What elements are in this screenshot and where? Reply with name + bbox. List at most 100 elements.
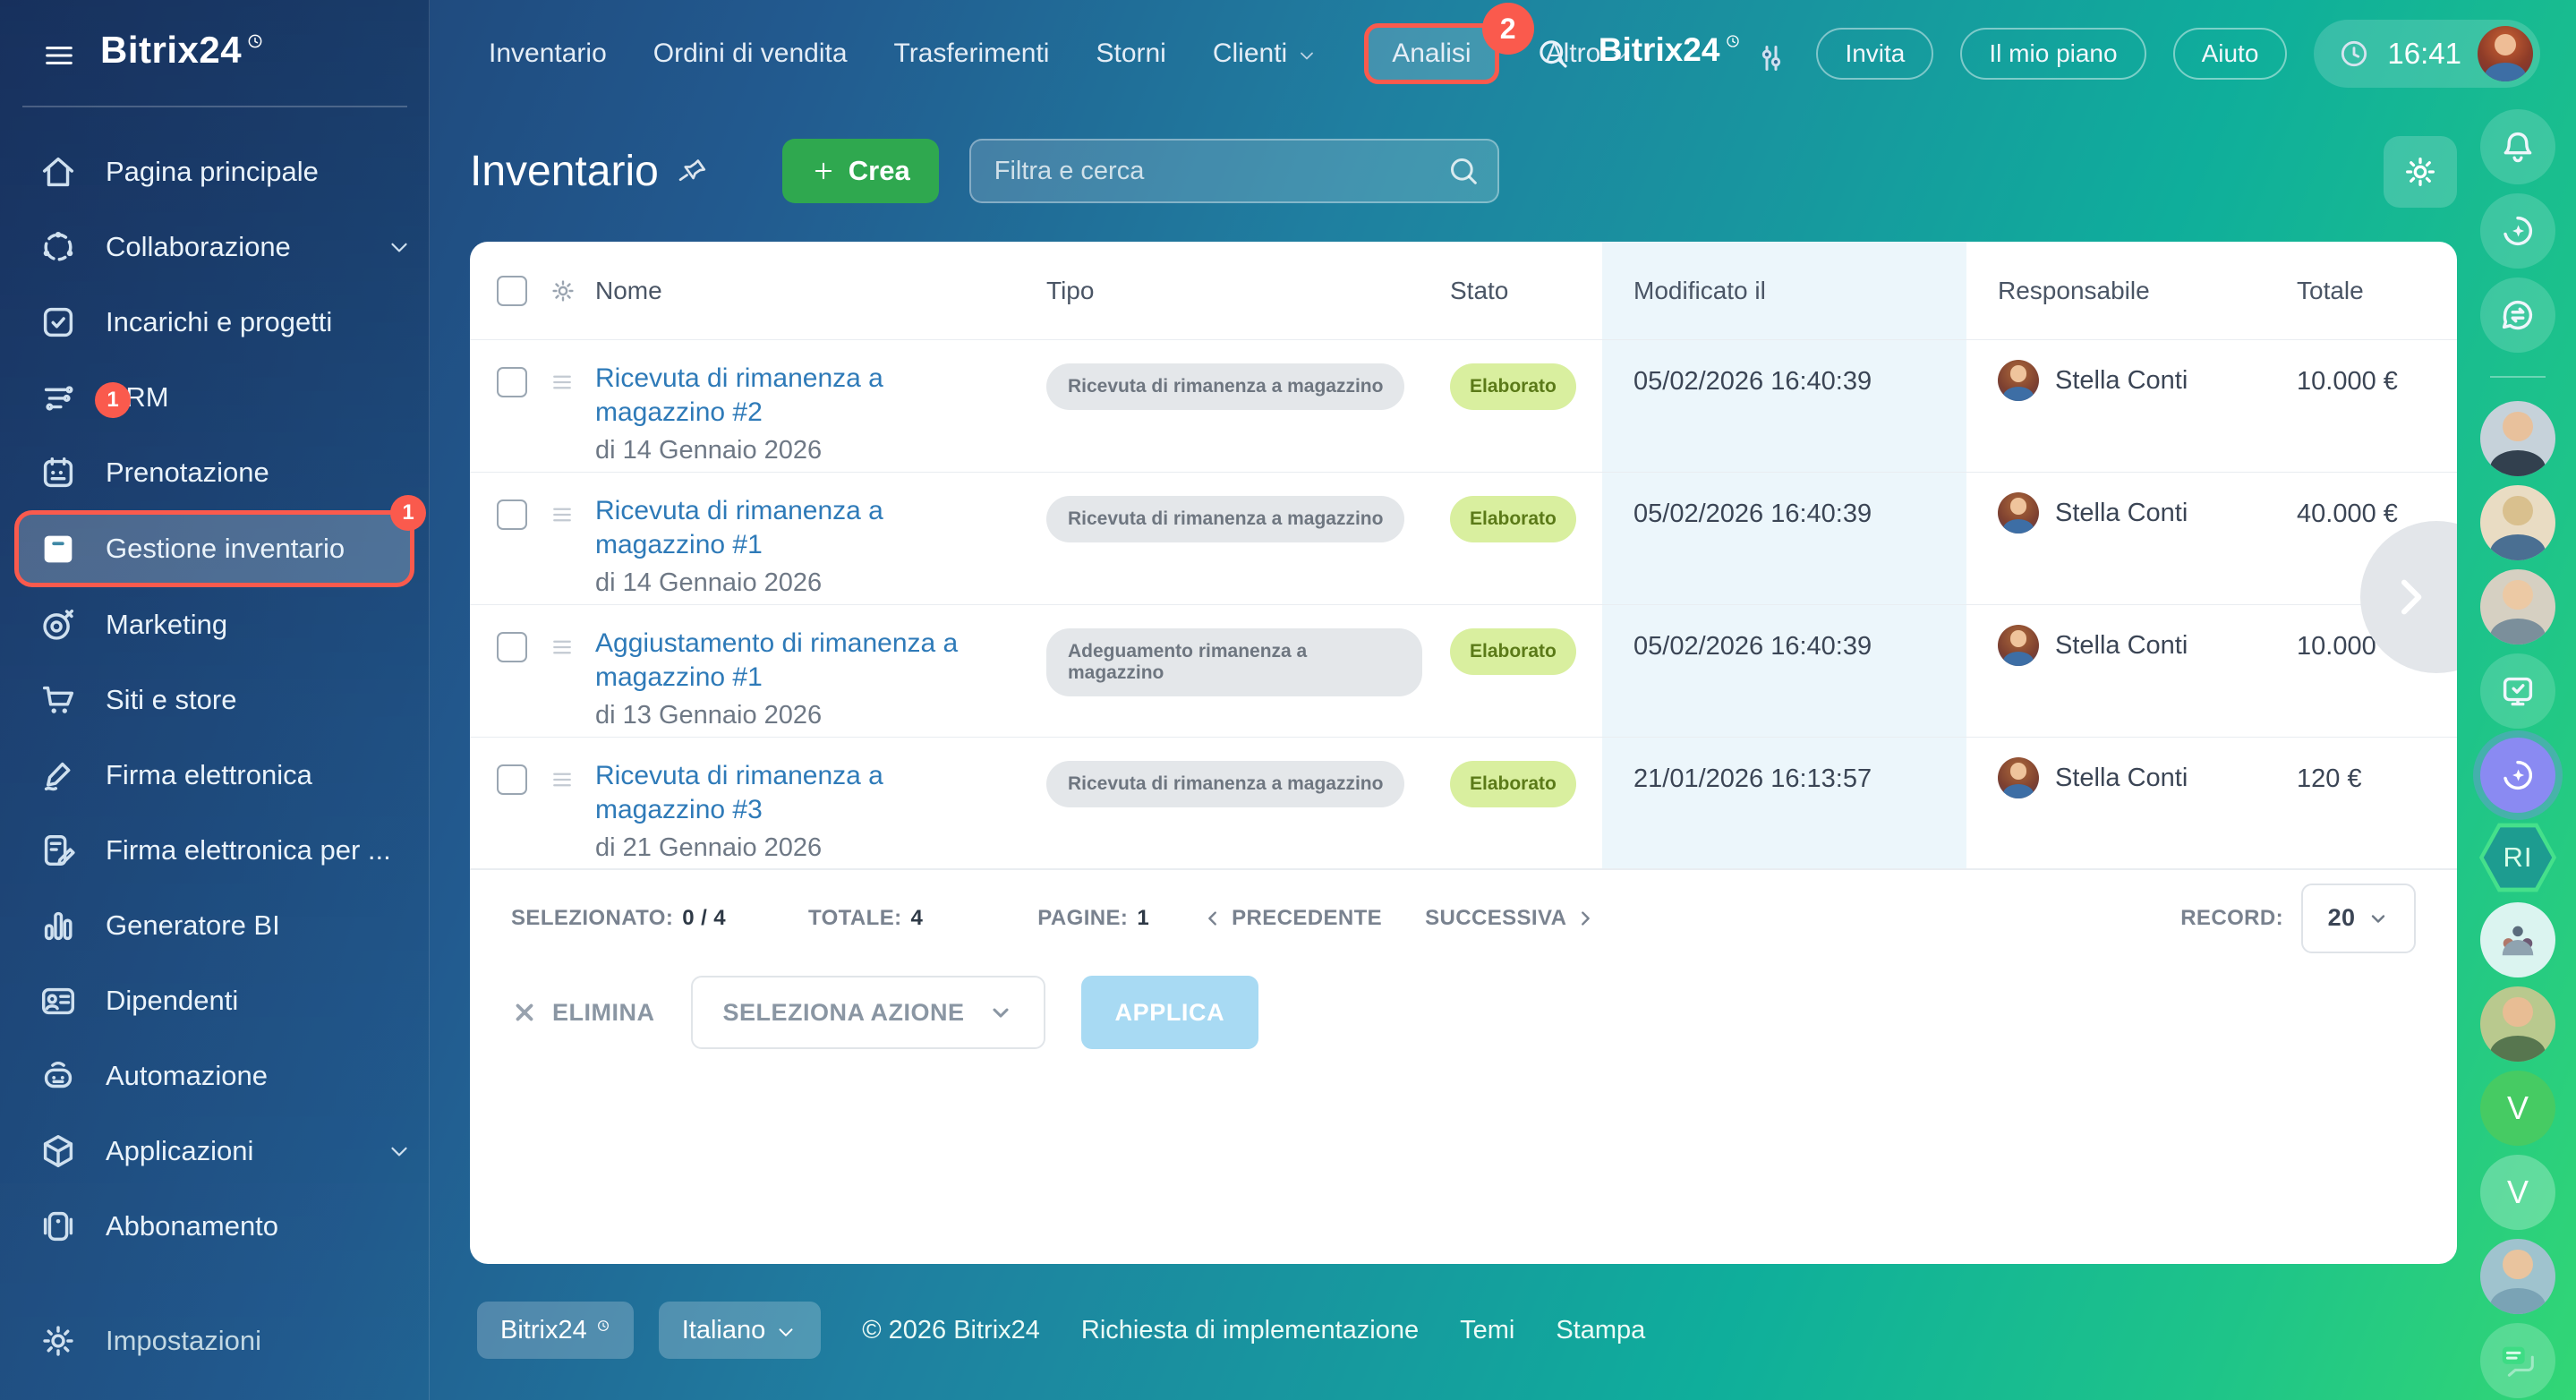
total-value: 120 € bbox=[2297, 764, 2362, 793]
tasks-chat-button[interactable] bbox=[2480, 653, 2555, 729]
document-link[interactable]: Ricevuta di rimanenza a magazzino #1 bbox=[595, 494, 982, 563]
user-avatar[interactable] bbox=[2478, 26, 2533, 81]
select-action-dropdown[interactable]: SELEZIONA AZIONE bbox=[690, 976, 1045, 1049]
document-date: di 14 Gennaio 2026 bbox=[595, 568, 823, 597]
responsible-name[interactable]: Stella Conti bbox=[2055, 499, 2188, 528]
copilot-button[interactable] bbox=[2480, 193, 2555, 269]
row-checkbox[interactable] bbox=[497, 764, 527, 795]
crm-badge: 1 bbox=[95, 382, 131, 418]
contact-avatar[interactable] bbox=[2480, 1239, 2555, 1314]
previous-page-button[interactable]: PRECEDENTE bbox=[1203, 906, 1382, 931]
nav-clienti[interactable]: Clienti bbox=[1213, 38, 1318, 69]
responsible-avatar[interactable] bbox=[1998, 360, 2039, 401]
invite-button[interactable]: Invita bbox=[1816, 28, 1934, 80]
sidebar-item-applicazioni[interactable]: Applicazioni bbox=[0, 1114, 429, 1189]
drag-handle-icon[interactable] bbox=[549, 766, 576, 793]
sidebar-item-collaborazione[interactable]: Collaborazione bbox=[0, 209, 429, 285]
column-header-nome[interactable]: Nome bbox=[595, 277, 1046, 305]
sidebar-item-pagina-principale[interactable]: Pagina principale bbox=[0, 134, 429, 209]
sidebar-item-automazione[interactable]: Automazione bbox=[0, 1038, 429, 1114]
drag-handle-icon[interactable] bbox=[549, 501, 576, 528]
next-page-button[interactable]: SUCCESSIVA bbox=[1425, 906, 1595, 931]
language-selector[interactable]: Italiano bbox=[658, 1302, 822, 1359]
contact-avatar[interactable] bbox=[2480, 485, 2555, 560]
sidebar-item-firma-elettronica[interactable]: Firma elettronica bbox=[0, 738, 429, 813]
sidebar-item-dipendenti[interactable]: Dipendenti bbox=[0, 963, 429, 1038]
responsible-avatar[interactable] bbox=[1998, 757, 2039, 798]
column-header-totale[interactable]: Totale bbox=[2297, 277, 2457, 305]
nav-storni[interactable]: Storni bbox=[1096, 38, 1165, 69]
sidebar-item-abbonamento[interactable]: Abbonamento bbox=[0, 1189, 429, 1264]
my-plan-button[interactable]: Il mio piano bbox=[1960, 28, 2146, 80]
column-header-tipo[interactable]: Tipo bbox=[1046, 277, 1450, 305]
time-profile-widget[interactable]: 16:41 bbox=[2314, 20, 2540, 88]
document-link[interactable]: Ricevuta di rimanenza a magazzino #2 bbox=[595, 362, 982, 431]
footer-brand-button[interactable]: Bitrix24 bbox=[477, 1302, 634, 1359]
responsible-name[interactable]: Stella Conti bbox=[2055, 764, 2188, 793]
column-header-modificato[interactable]: Modificato il bbox=[1602, 277, 1966, 305]
messenger-button[interactable] bbox=[2480, 277, 2555, 353]
menu-burger-icon[interactable] bbox=[41, 38, 77, 73]
open-lines-chat-button[interactable] bbox=[2480, 1323, 2555, 1398]
chat-avatar-v[interactable]: V bbox=[2480, 1155, 2555, 1230]
delete-button[interactable]: ELIMINA bbox=[511, 999, 655, 1027]
portal-name[interactable]: Bitrix24 bbox=[1599, 31, 1790, 76]
sidebar-item-incarichi[interactable]: Incarichi e progetti bbox=[0, 285, 429, 360]
pin-icon[interactable] bbox=[674, 152, 712, 190]
sidebar-item-firma-documenti[interactable]: Firma elettronica per ... bbox=[0, 813, 429, 888]
footer-link-implementazione[interactable]: Richiesta di implementazione bbox=[1081, 1316, 1419, 1345]
grid-settings-button[interactable] bbox=[2384, 136, 2457, 208]
apply-button[interactable]: APPLICA bbox=[1080, 976, 1259, 1049]
sidebar-item-generatore-bi[interactable]: Generatore BI bbox=[0, 888, 429, 963]
nav-trasferimenti[interactable]: Trasferimenti bbox=[894, 38, 1050, 69]
table-settings-icon[interactable] bbox=[549, 277, 577, 305]
sidebar-item-impostazioni[interactable]: Impostazioni bbox=[0, 1303, 429, 1379]
copilot-chat-button[interactable] bbox=[2480, 738, 2555, 813]
bitrix-logo[interactable]: Bitrix24 bbox=[100, 29, 264, 72]
sidebar-item-siti-e-store[interactable]: Siti e store bbox=[0, 662, 429, 738]
sidebar-item-marketing[interactable]: Marketing bbox=[0, 587, 429, 662]
footer-link-temi[interactable]: Temi bbox=[1460, 1316, 1514, 1345]
sidebar-item-crm[interactable]: 1 CRM bbox=[0, 360, 429, 435]
sidebar-menu: Pagina principale Collaborazione Incaric… bbox=[0, 134, 429, 1264]
notifications-button[interactable] bbox=[2480, 109, 2555, 184]
footer-link-stampa[interactable]: Stampa bbox=[1556, 1316, 1645, 1345]
group-chat-avatar[interactable] bbox=[2480, 902, 2555, 977]
drag-handle-icon[interactable] bbox=[549, 369, 576, 396]
row-checkbox[interactable] bbox=[497, 632, 527, 662]
sidebar-item-gestione-inventario[interactable]: Gestione inventario 1 bbox=[14, 495, 426, 587]
search-icon[interactable] bbox=[1446, 153, 1481, 189]
ri-channel-badge[interactable]: RI bbox=[2478, 822, 2557, 893]
close-icon bbox=[516, 1003, 533, 1021]
sidebar-item-prenotazione[interactable]: Prenotazione bbox=[0, 435, 429, 510]
chevron-down-icon bbox=[386, 1138, 413, 1165]
search-icon[interactable] bbox=[1534, 35, 1572, 73]
create-button[interactable]: Crea bbox=[781, 139, 939, 203]
column-header-responsabile[interactable]: Responsabile bbox=[1966, 277, 2297, 305]
document-link[interactable]: Aggiustamento di rimanenza a magazzino #… bbox=[595, 627, 982, 696]
responsible-avatar[interactable] bbox=[1998, 492, 2039, 534]
contact-avatar[interactable] bbox=[2480, 569, 2555, 645]
nav-inventario[interactable]: Inventario bbox=[489, 38, 607, 69]
responsible-name[interactable]: Stella Conti bbox=[2055, 366, 2188, 396]
row-checkbox[interactable] bbox=[497, 367, 527, 397]
help-button[interactable]: Aiuto bbox=[2172, 28, 2288, 80]
column-header-stato[interactable]: Stato bbox=[1450, 277, 1602, 305]
responsible-avatar[interactable] bbox=[1998, 625, 2039, 666]
drag-handle-icon[interactable] bbox=[549, 634, 576, 661]
row-checkbox[interactable] bbox=[497, 499, 527, 530]
document-link[interactable]: Ricevuta di rimanenza a magazzino #3 bbox=[595, 759, 982, 828]
select-all-checkbox[interactable] bbox=[497, 275, 527, 306]
search-input[interactable] bbox=[968, 139, 1499, 203]
records-dropdown[interactable]: 20 bbox=[2301, 883, 2416, 953]
tasks-icon bbox=[38, 302, 79, 343]
responsible-name[interactable]: Stella Conti bbox=[2055, 631, 2188, 661]
nav-analisi[interactable]: Analisi bbox=[1392, 38, 1471, 69]
nav-ordini-di-vendita[interactable]: Ordini di vendita bbox=[653, 38, 848, 69]
sidebar-settings-section: Impostazioni bbox=[0, 1303, 429, 1379]
chat-avatar-v[interactable]: V bbox=[2480, 1071, 2555, 1146]
sidebar: Bitrix24 Pagina principale Collaborazion… bbox=[0, 0, 430, 1400]
contact-avatar[interactable] bbox=[2480, 986, 2555, 1062]
contact-avatar[interactable] bbox=[2480, 401, 2555, 476]
chevron-down-icon bbox=[774, 1320, 798, 1344]
